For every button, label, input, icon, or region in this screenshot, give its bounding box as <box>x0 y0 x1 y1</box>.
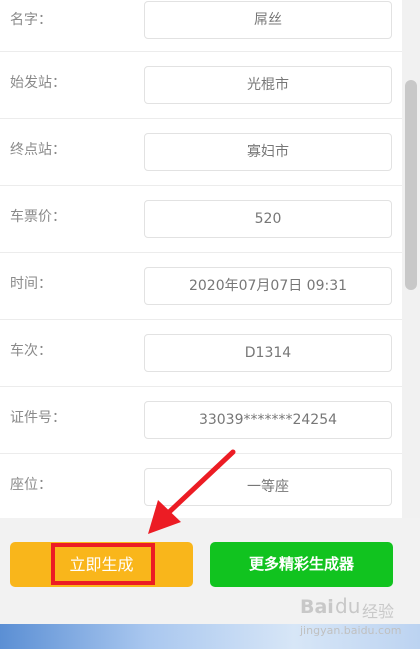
id-field[interactable]: 33039*******24254 <box>144 401 392 439</box>
form-row-id: 证件号： 33039*******24254 <box>0 387 402 454</box>
form-row-name: 名字： 屌丝 <box>0 0 402 52</box>
ticket-form: 名字： 屌丝 始发站： 光棍市 终点站： 寡妇市 车票价： 520 时间： 20… <box>0 0 402 518</box>
seat-label: 座位： <box>10 477 52 493</box>
generate-button-label: 立即生成 <box>69 555 134 574</box>
generate-button[interactable]: 立即生成 <box>10 542 193 587</box>
form-row-destination: 终点站： 寡妇市 <box>0 119 402 186</box>
watermark-site: jingyan.baidu.com <box>300 624 402 637</box>
more-generators-button[interactable]: 更多精彩生成器 <box>210 542 393 587</box>
watermark-brand: 经验 <box>362 602 395 621</box>
form-row-price: 车票价： 520 <box>0 186 402 253</box>
paw-icon: du <box>335 594 361 618</box>
departure-field[interactable]: 光棍市 <box>144 66 392 104</box>
price-field[interactable]: 520 <box>144 200 392 238</box>
train-field[interactable]: D1314 <box>144 334 392 372</box>
destination-field[interactable]: 寡妇市 <box>144 133 392 171</box>
scrollbar[interactable] <box>402 0 420 518</box>
watermark: Bai du 经验 jingyan.baidu.com <box>300 594 415 642</box>
scrollbar-thumb[interactable] <box>405 80 417 290</box>
id-label: 证件号： <box>10 410 66 426</box>
name-field[interactable]: 屌丝 <box>144 1 392 39</box>
form-row-seat: 座位： 一等座 <box>0 454 402 518</box>
form-row-departure: 始发站： 光棍市 <box>0 52 402 119</box>
watermark-logo: Bai <box>300 596 334 618</box>
seat-field[interactable]: 一等座 <box>144 468 392 506</box>
time-label: 时间： <box>10 276 52 292</box>
destination-label: 终点站： <box>10 142 66 158</box>
train-label: 车次： <box>10 343 52 359</box>
time-field[interactable]: 2020年07月07日 09:31 <box>144 267 392 305</box>
form-row-time: 时间： 2020年07月07日 09:31 <box>0 253 402 320</box>
price-label: 车票价： <box>10 209 66 225</box>
name-label: 名字： <box>10 12 52 28</box>
form-row-train: 车次： D1314 <box>0 320 402 387</box>
departure-label: 始发站： <box>10 75 66 91</box>
